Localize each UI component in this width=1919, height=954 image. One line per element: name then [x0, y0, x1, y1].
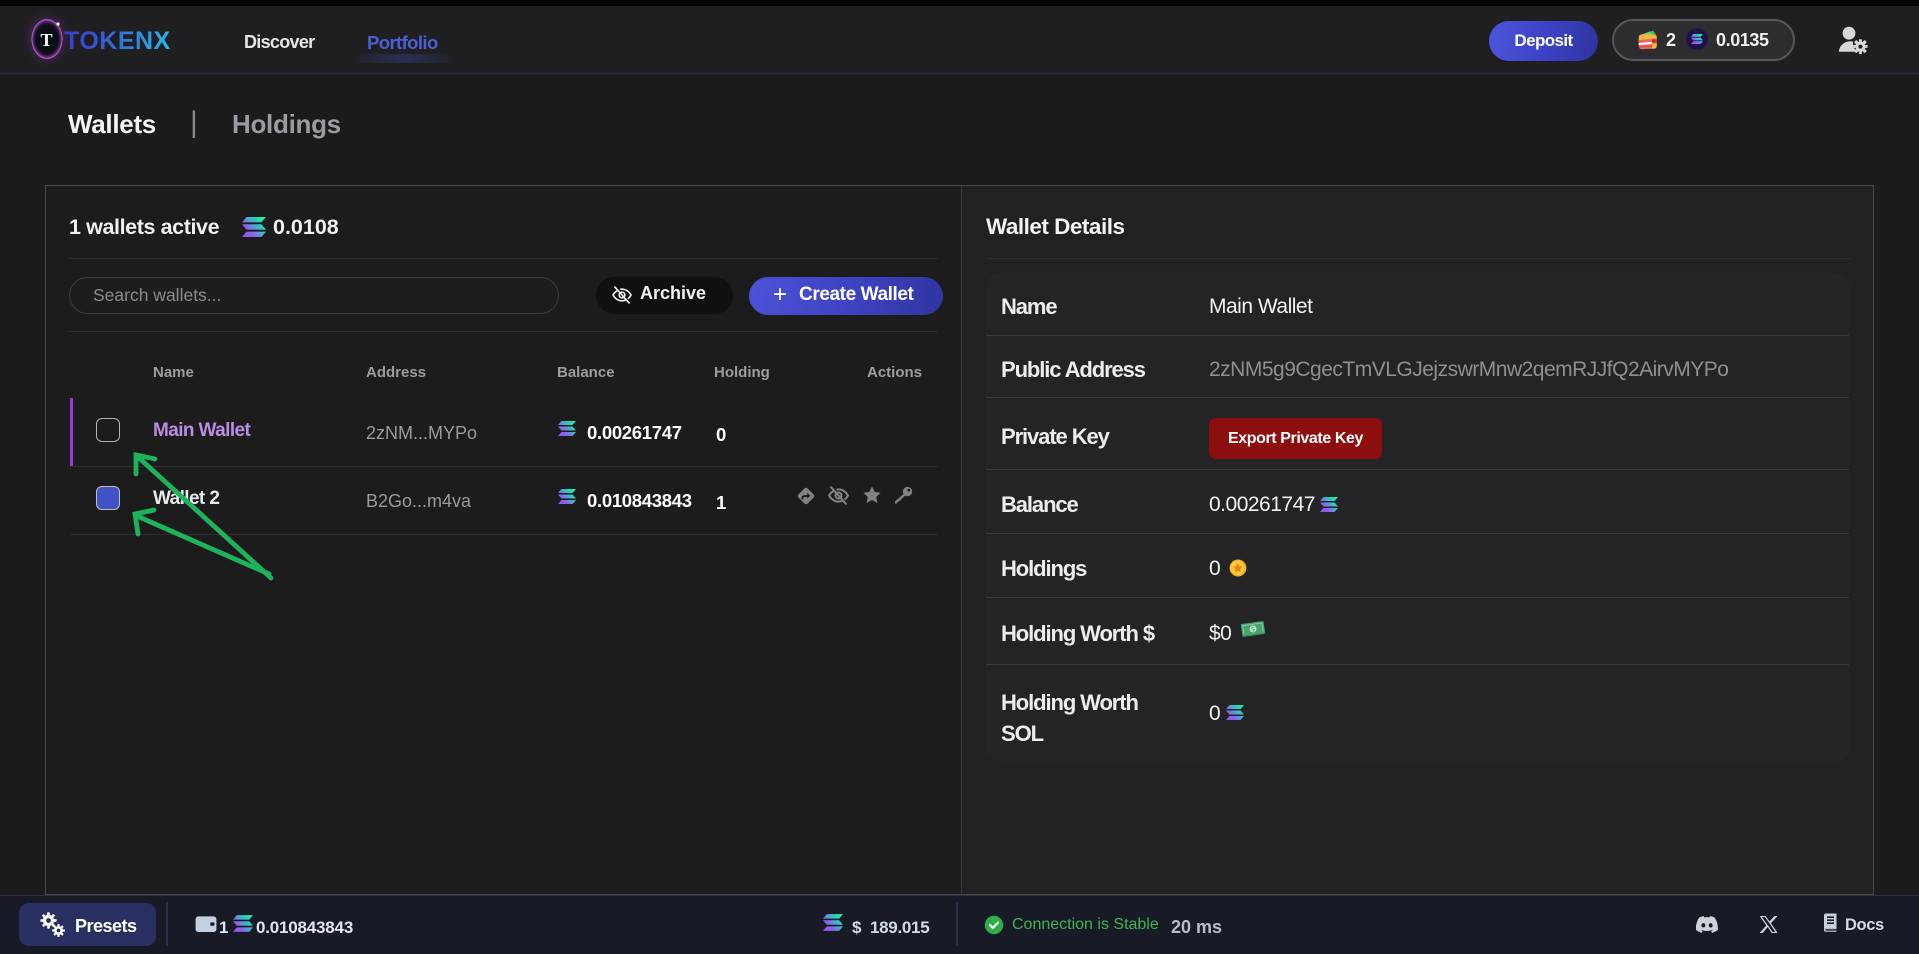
- svg-text:T: T: [40, 30, 52, 50]
